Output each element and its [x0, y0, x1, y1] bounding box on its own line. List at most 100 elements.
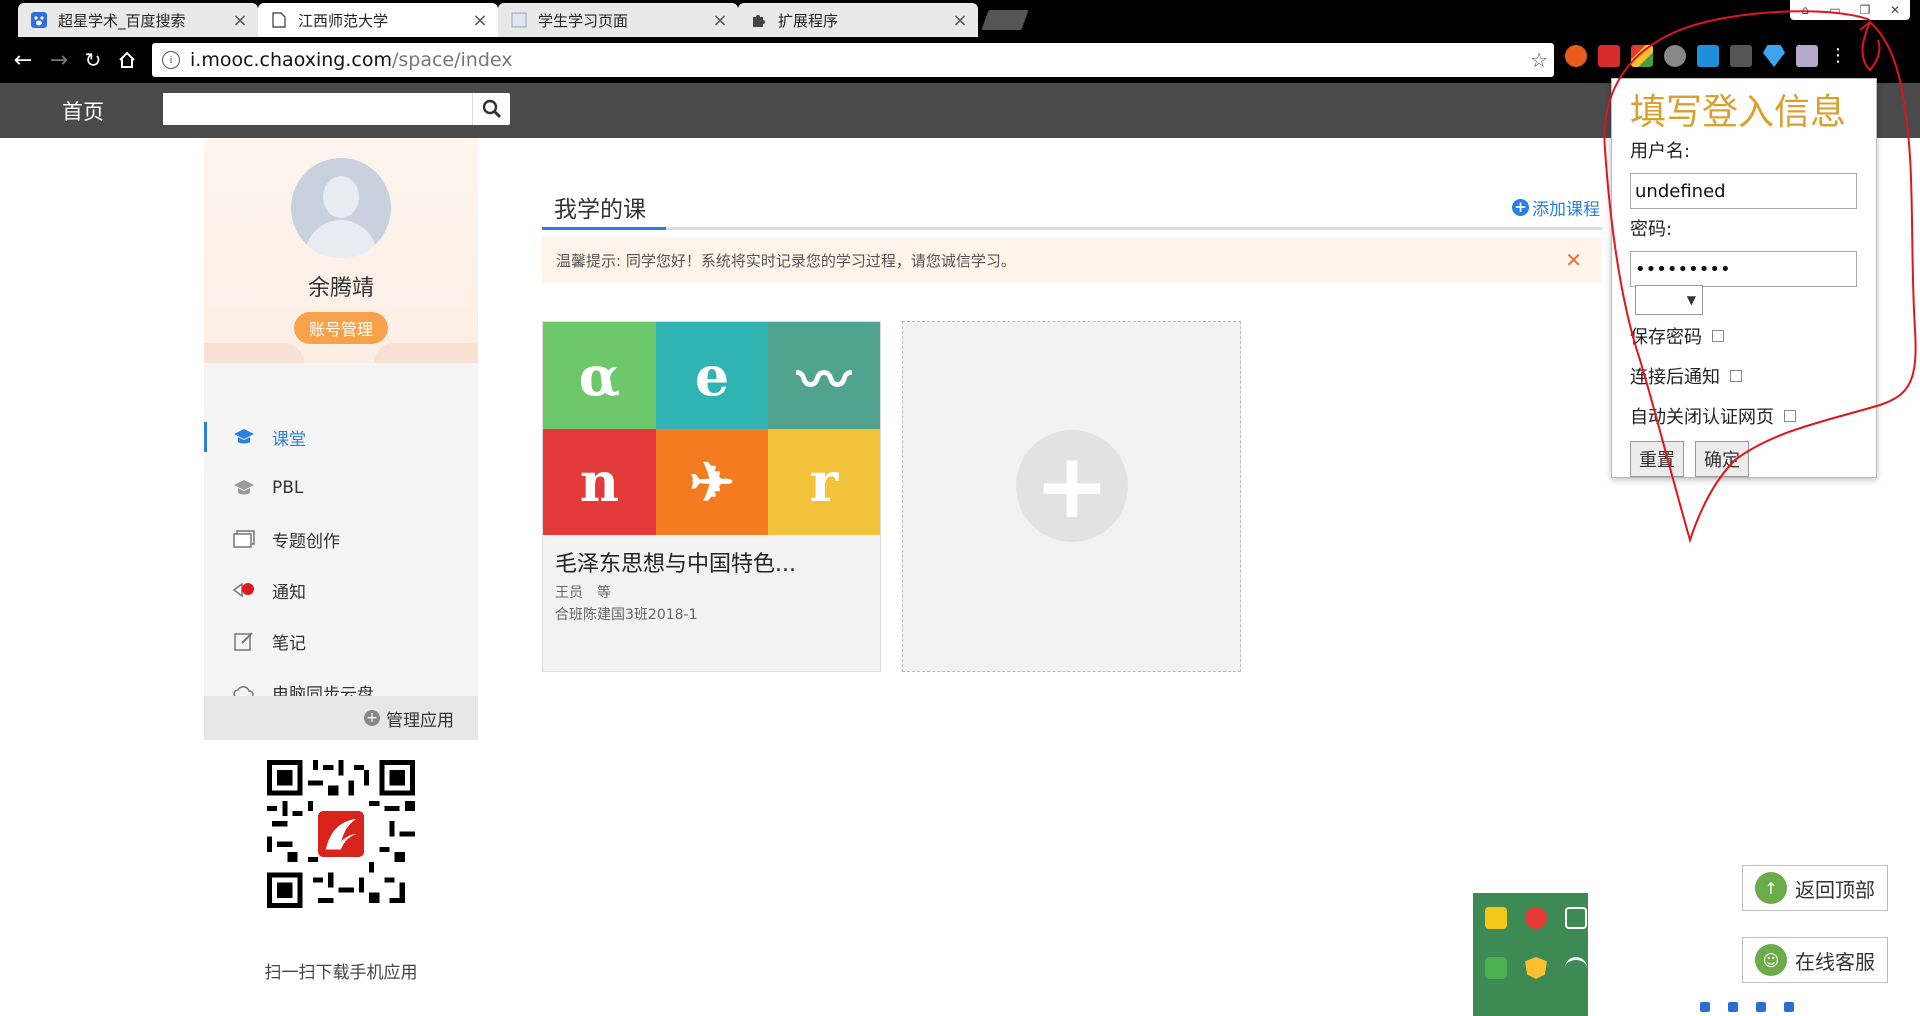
online-service-button[interactable]: ☺ 在线客服 [1742, 937, 1888, 983]
cover-tile-r-icon: r [768, 429, 880, 535]
title-underline [542, 227, 1602, 230]
plus-icon: + [1512, 199, 1529, 216]
blank-page-icon [510, 11, 528, 29]
back-to-top-label: 返回顶部 [1795, 877, 1875, 902]
close-icon[interactable]: × [952, 10, 968, 31]
qr-panel: 扫一扫下载手机应用 [204, 740, 478, 1016]
tab-jxnu[interactable]: 江西师范大学 × [258, 3, 498, 37]
search-icon[interactable] [472, 93, 510, 125]
plus-icon: + [364, 710, 380, 726]
back-to-top-button[interactable]: ↑ 返回顶部 [1742, 865, 1888, 911]
home-link[interactable]: 首页 [62, 96, 104, 126]
course-name[interactable]: 毛泽东思想与中国特色... [555, 546, 796, 578]
search-input[interactable] [163, 93, 472, 125]
arrow-up-icon: ↑ [1755, 872, 1787, 904]
notice-text: 温馨提示: 同学您好！系统将实时记录您的学习过程，请您诚信学习。 [556, 251, 1016, 270]
close-window-icon[interactable]: ✕ [1880, 0, 1910, 20]
back-arrow-icon[interactable]: ← [8, 45, 38, 75]
notification-icon [232, 578, 256, 602]
cover-tile-alpha-icon: α [543, 322, 656, 429]
sidebar-item-classroom[interactable]: 课堂 [204, 412, 478, 462]
tray-network-icon[interactable] [1485, 957, 1507, 979]
extension-window-icon[interactable] [1697, 45, 1719, 67]
page-title[interactable]: 我学的课 [554, 190, 646, 224]
close-icon[interactable]: × [472, 10, 488, 31]
topic-icon [232, 527, 256, 551]
forward-arrow-icon[interactable]: → [44, 45, 74, 75]
taskbar-icon[interactable] [1756, 1002, 1766, 1012]
cover-tile-mustache-icon: 〰 [768, 322, 880, 429]
sidebar-item-topic[interactable]: 专题创作 [204, 514, 478, 564]
extension-pen-icon[interactable] [1730, 45, 1752, 67]
account-management-button[interactable]: 账号管理 [294, 312, 388, 344]
add-course-button[interactable]: + 添加课程 [1512, 195, 1600, 220]
auto-close-page-checkbox[interactable]: 自动关闭认证网页 [1630, 403, 1796, 429]
add-course-card[interactable]: + [902, 321, 1241, 672]
tray-camera-icon[interactable] [1565, 907, 1587, 929]
pbl-icon [232, 476, 256, 500]
chrome-menu-icon[interactable]: ⋮ [1829, 45, 1847, 67]
checkbox[interactable] [1712, 330, 1724, 342]
reload-icon[interactable]: ↻ [78, 45, 108, 75]
extension-chrome-icon[interactable] [1631, 45, 1653, 67]
manage-apps-label: 管理应用 [386, 710, 454, 731]
tab-baidu-search[interactable]: 超星学术_百度搜索 × [18, 3, 258, 37]
password-label: 密码: [1630, 219, 1673, 240]
checkbox[interactable] [1784, 410, 1796, 422]
browser-tab-bar: 超星学术_百度搜索 × 江西师范大学 × 学生学习页面 × 扩展程序 × ⌂ ▭… [0, 0, 1920, 37]
qr-caption: 扫一扫下载手机应用 [264, 963, 418, 983]
tab-title: 学生学习页面 [538, 11, 629, 30]
classroom-icon [232, 425, 256, 449]
username-field[interactable]: undefined [1630, 173, 1857, 209]
close-icon[interactable]: ✕ [1565, 248, 1582, 272]
tray-wifi-icon[interactable] [1565, 957, 1587, 979]
tray-cat-icon[interactable] [1485, 907, 1507, 929]
close-icon[interactable]: × [712, 10, 728, 31]
avatar[interactable] [291, 158, 391, 258]
network-select[interactable]: ▼ [1635, 285, 1703, 315]
checkbox-label: 连接后通知 [1630, 367, 1720, 388]
puzzle-icon [750, 11, 768, 29]
course-card[interactable]: α e 〰 n ✈ r 毛泽东思想与中国特色... 王员 等 合班陈建国3班20… [542, 321, 881, 672]
tray-shield-icon[interactable] [1525, 957, 1547, 979]
checkbox[interactable] [1730, 370, 1742, 382]
course-teacher: 王员 等 [555, 585, 611, 601]
notice-banner: 温馨提示: 同学您好！系统将实时记录您的学习过程，请您诚信学习。 ✕ [542, 237, 1602, 283]
close-icon[interactable]: × [232, 10, 248, 31]
extension-calendar-icon[interactable] [1598, 45, 1620, 67]
extension-lightbulb-icon[interactable] [1664, 45, 1686, 67]
reset-button[interactable]: 重置 [1630, 441, 1684, 477]
password-field[interactable]: ••••••••• [1630, 251, 1857, 287]
sidebar-item-label: 笔记 [272, 633, 306, 654]
address-bar[interactable]: i i.mooc.chaoxing.com/space/index ☆ [152, 43, 1554, 77]
add-course-label: 添加课程 [1532, 200, 1600, 220]
note-icon [232, 629, 256, 653]
restore-icon[interactable]: ❐ [1850, 0, 1880, 20]
confirm-button[interactable]: 确定 [1695, 441, 1749, 477]
home-icon[interactable] [112, 45, 142, 75]
taskbar-icon[interactable] [1728, 1002, 1738, 1012]
online-service-label: 在线客服 [1795, 949, 1875, 974]
sidebar-item-notes[interactable]: 笔记 [204, 616, 478, 666]
extension-infinity-icon[interactable] [1565, 45, 1587, 67]
minimize-icon[interactable]: ▭ [1820, 0, 1850, 20]
sidebar-item-notification[interactable]: 通知 [204, 565, 478, 615]
info-icon[interactable]: i [162, 51, 180, 69]
tab-student-learning[interactable]: 学生学习页面 × [498, 3, 738, 37]
new-tab-button[interactable] [981, 10, 1029, 30]
taskbar-icon[interactable] [1700, 1002, 1710, 1012]
extension-login-helper-icon[interactable] [1796, 45, 1818, 67]
profile-icon[interactable]: ⌂ [1790, 0, 1820, 20]
manage-apps-button[interactable]: + 管理应用 [204, 696, 478, 740]
taskbar-icon[interactable] [1784, 1002, 1794, 1012]
url-host: i.mooc.chaoxing.com [190, 49, 392, 71]
tab-title: 扩展程序 [778, 11, 839, 30]
sidebar-item-pbl[interactable]: PBL [204, 463, 478, 513]
bookmark-star-icon[interactable]: ☆ [1530, 48, 1548, 72]
save-password-checkbox[interactable]: 保存密码 [1630, 323, 1724, 349]
tray-netease-icon[interactable] [1525, 907, 1547, 929]
tab-extensions[interactable]: 扩展程序 × [738, 3, 978, 37]
sidebar: 余腾靖 账号管理 课堂 PBL 专题创作 通知 笔记 电脑同步云盘 + 管理应用… [204, 138, 478, 1016]
extension-diamond-icon[interactable] [1763, 45, 1785, 67]
notify-after-connect-checkbox[interactable]: 连接后通知 [1630, 363, 1742, 389]
